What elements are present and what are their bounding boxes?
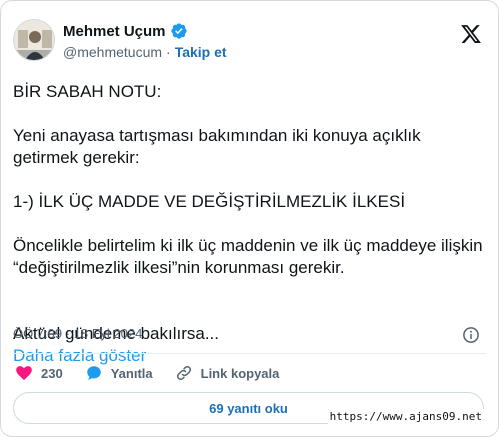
like-button[interactable]: 230 bbox=[15, 364, 63, 382]
reply-button[interactable]: Yanıtla bbox=[85, 364, 153, 382]
verified-badge-icon bbox=[170, 23, 187, 39]
link-icon bbox=[176, 365, 191, 381]
reply-label: Yanıtla bbox=[110, 365, 153, 381]
x-logo-icon[interactable] bbox=[460, 23, 482, 45]
reply-bubble-icon bbox=[86, 366, 101, 380]
action-bar: 230 Yanıtla Link kopyala bbox=[15, 361, 301, 385]
tweet-paragraph: 1-) İLK ÜÇ MADDE VE DEĞİŞTİRİLMEZLİK İLK… bbox=[13, 192, 406, 211]
tweet-card: Mehmet Uçum @mehmetucum · Takip et BİR S… bbox=[0, 0, 499, 437]
follow-button[interactable]: Takip et bbox=[175, 44, 227, 60]
divider bbox=[13, 353, 486, 354]
watermark: https://www.ajans09.net bbox=[327, 409, 484, 424]
tweet-header: Mehmet Uçum @mehmetucum · Takip et bbox=[13, 19, 486, 67]
name-row: Mehmet Uçum bbox=[63, 21, 188, 41]
tweet-paragraph: Yeni anayasa tartışması bakımından iki k… bbox=[13, 126, 421, 167]
tweet-paragraph: BİR SABAH NOTU: bbox=[13, 82, 162, 101]
like-count: 230 bbox=[41, 365, 63, 381]
author-handle[interactable]: @mehmetucum bbox=[63, 44, 162, 60]
tweet-paragraph: Öncelikle belirtelim ki ilk üç maddenin … bbox=[13, 236, 483, 277]
copy-link-button[interactable]: Link kopyala bbox=[175, 364, 280, 382]
separator-dot: · bbox=[166, 44, 171, 60]
tweet-body: BİR SABAH NOTU: Yeni anayasa tartışması … bbox=[13, 81, 484, 389]
copy-link-label: Link kopyala bbox=[200, 365, 280, 381]
avatar-image bbox=[14, 20, 54, 60]
tweet-timestamp[interactable]: ÖÖ 7:09 · 18 Eyl 2024 bbox=[13, 326, 142, 341]
heart-icon bbox=[16, 366, 32, 381]
handle-row: @mehmetucum · Takip et bbox=[63, 43, 227, 61]
info-icon[interactable] bbox=[462, 326, 480, 344]
author-name[interactable]: Mehmet Uçum bbox=[63, 23, 166, 40]
avatar[interactable] bbox=[13, 19, 55, 61]
